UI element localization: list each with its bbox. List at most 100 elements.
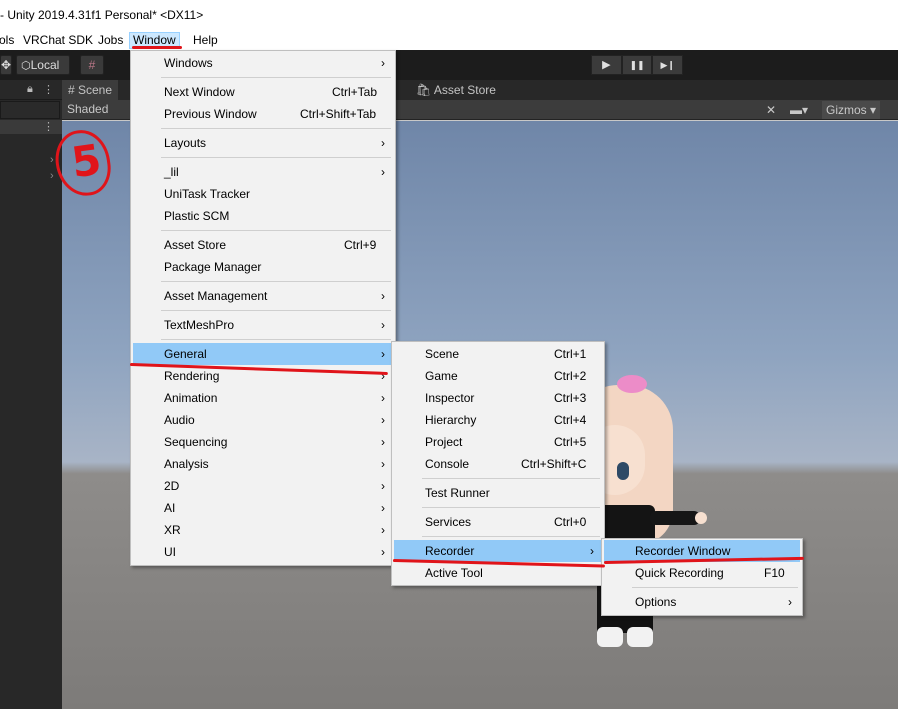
play-button[interactable]: ▶: [591, 55, 622, 75]
menu-item-package-manager[interactable]: Package Manager: [133, 256, 393, 278]
lock-icon[interactable]: 🔒︎: [27, 83, 33, 96]
menu-item-next-window[interactable]: Next Window Ctrl+Tab: [133, 81, 393, 103]
menu-item-layouts[interactable]: Layouts ›: [133, 132, 393, 154]
gizmos-dropdown[interactable]: Gizmos ▾: [822, 101, 881, 119]
tab-asset-store-label: Asset Store: [433, 83, 496, 97]
menu-item-animation[interactable]: Animation ›: [133, 387, 393, 409]
menu-item-xr[interactable]: XR ›: [133, 519, 393, 541]
menu-item-previous-window[interactable]: Previous Window Ctrl+Shift+Tab: [133, 103, 393, 125]
step-number: 5: [68, 134, 105, 188]
character-hand: [695, 512, 707, 524]
character-eye: [615, 460, 631, 482]
menu-divider: [422, 507, 600, 508]
gizmos-label: Gizmos: [826, 103, 867, 117]
menu-help[interactable]: Help: [190, 32, 221, 49]
menu-item-asset-store[interactable]: Asset Store Ctrl+9: [133, 234, 393, 256]
pivot-space-button[interactable]: ⬡Local: [16, 55, 70, 75]
menu-divider: [161, 128, 391, 129]
menu-divider: [161, 339, 391, 340]
pivot-space-label: Local: [30, 58, 60, 72]
chevron-right-icon: ›: [381, 347, 385, 361]
menu-item-game[interactable]: Game Ctrl+2: [394, 365, 602, 387]
chevron-right-icon: ›: [788, 595, 792, 609]
chevron-right-icon: ›: [381, 413, 385, 427]
menu-item-unitask-tracker[interactable]: UniTask Tracker: [133, 183, 393, 205]
menu-item-quick-recording[interactable]: Quick Recording F10: [604, 562, 800, 584]
arrows-icon: ✥: [1, 58, 12, 72]
menu-item-sequencing[interactable]: Sequencing ›: [133, 431, 393, 453]
menu-item-general[interactable]: General ›: [133, 343, 393, 365]
tab-scene[interactable]: # Scene: [62, 80, 119, 100]
menu-divider: [632, 587, 798, 588]
character-hair-bow: [617, 375, 647, 393]
menu-item-lil[interactable]: _lil ›: [133, 161, 393, 183]
grid-icon: #: [88, 58, 96, 72]
annotation-underline-window: [132, 46, 182, 49]
menu-divider: [161, 157, 391, 158]
chevron-right-icon: ›: [381, 136, 385, 150]
chevron-right-icon: ›: [381, 56, 385, 70]
hierarchy-search-input[interactable]: [0, 101, 60, 119]
hierarchy-header: 🔒︎ ⋮: [0, 80, 62, 100]
chevron-right-icon: ›: [381, 165, 385, 179]
chevron-right-icon: ›: [381, 435, 385, 449]
play-icon: ▶: [602, 59, 611, 71]
menu-item-test-runner[interactable]: Test Runner: [394, 482, 602, 504]
transform-tool-button[interactable]: ✥: [0, 55, 12, 75]
window-menu: Windows › Next Window Ctrl+Tab Previous Wi…: [130, 50, 396, 566]
row-options-icon[interactable]: ⋮: [43, 120, 54, 133]
menu-item-project[interactable]: Project Ctrl+5: [394, 431, 602, 453]
menu-item-audio[interactable]: Audio ›: [133, 409, 393, 431]
chevron-right-icon: ›: [381, 523, 385, 537]
menu-jobs[interactable]: Jobs: [95, 32, 126, 49]
expand-arrow-icon[interactable]: ›: [50, 170, 54, 182]
menu-divider: [161, 77, 391, 78]
window-title: - Unity 2019.4.31f1 Personal* <DX11>: [0, 8, 204, 22]
pause-button[interactable]: ❚❚: [621, 55, 653, 75]
menu-item-console[interactable]: Console Ctrl+Shift+C: [394, 453, 602, 475]
menu-item-options[interactable]: Options ›: [604, 591, 800, 613]
shading-mode-dropdown[interactable]: Shaded: [67, 102, 108, 116]
menu-item-windows[interactable]: Windows ›: [133, 52, 393, 74]
step-button[interactable]: ▶❙: [652, 55, 684, 75]
menu-item-2d[interactable]: 2D ›: [133, 475, 393, 497]
recorder-submenu: Recorder Window Quick Recording F10 Optio…: [601, 538, 803, 616]
menu-item-scene[interactable]: Scene Ctrl+1: [394, 343, 602, 365]
expand-arrow-icon[interactable]: ›: [50, 154, 54, 166]
menu-item-recorder[interactable]: Recorder ›: [394, 540, 602, 562]
chevron-right-icon: ›: [381, 545, 385, 559]
menu-item-plastic-scm[interactable]: Plastic SCM: [133, 205, 393, 227]
step-icon: ▶❙: [660, 60, 675, 70]
menu-tools[interactable]: ols: [0, 32, 17, 49]
chevron-right-icon: ›: [381, 501, 385, 515]
character-shoe: [597, 627, 623, 647]
snap-grid-button[interactable]: #: [80, 55, 104, 75]
chevron-right-icon: ›: [590, 544, 594, 558]
tab-asset-store[interactable]: 🛍︎ Asset Store: [410, 80, 502, 100]
menu-item-ui[interactable]: UI ›: [133, 541, 393, 563]
menu-vrchat-sdk[interactable]: VRChat SDK: [20, 32, 96, 49]
menu-item-analysis[interactable]: Analysis ›: [133, 453, 393, 475]
menu-item-ai[interactable]: AI ›: [133, 497, 393, 519]
camera-icon[interactable]: ▬▾: [790, 101, 808, 119]
hierarchy-panel: 🔒︎ ⋮ ⋮ › ›: [0, 80, 62, 709]
menu-item-asset-management[interactable]: Asset Management ›: [133, 285, 393, 307]
menu-item-inspector[interactable]: Inspector Ctrl+3: [394, 387, 602, 409]
more-options-icon[interactable]: ⋮: [43, 83, 54, 96]
hierarchy-row[interactable]: ⋮: [0, 120, 62, 134]
character-shoe: [627, 627, 653, 647]
menu-item-services[interactable]: Services Ctrl+0: [394, 511, 602, 533]
chevron-right-icon: ›: [381, 479, 385, 493]
chevron-right-icon: ›: [381, 457, 385, 471]
chevron-right-icon: ›: [381, 318, 385, 332]
menu-item-textmeshpro[interactable]: TextMeshPro ›: [133, 314, 393, 336]
general-submenu: Scene Ctrl+1 Game Ctrl+2 Inspector Ctrl+3 H…: [391, 341, 605, 586]
chevron-right-icon: ›: [381, 391, 385, 405]
menu-divider: [161, 310, 391, 311]
chevron-right-icon: ›: [381, 369, 385, 383]
cube-icon: ⬡: [21, 60, 31, 72]
tools-icon[interactable]: ✕: [766, 101, 776, 119]
menu-divider: [422, 536, 600, 537]
menu-divider: [161, 281, 391, 282]
menu-item-hierarchy[interactable]: Hierarchy Ctrl+4: [394, 409, 602, 431]
